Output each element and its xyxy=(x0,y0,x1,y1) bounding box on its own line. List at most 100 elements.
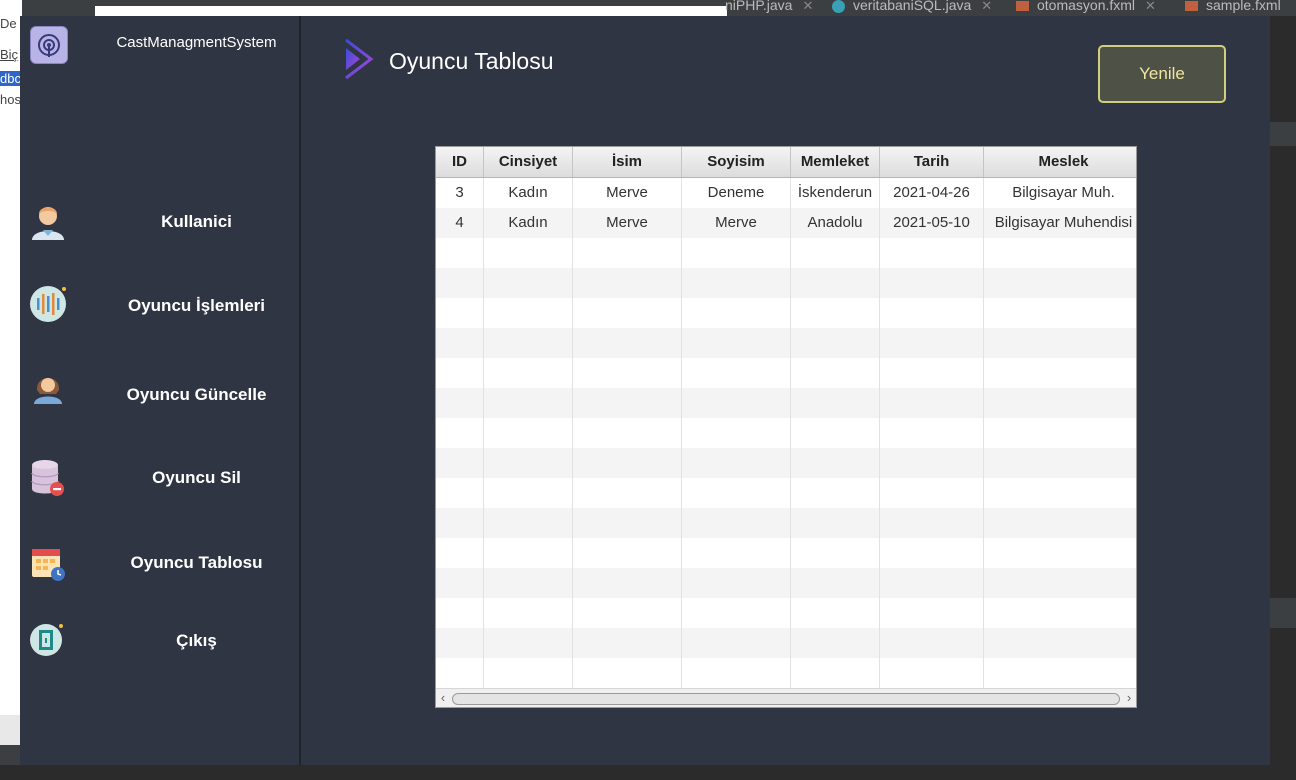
menu-item-oyuncu-tablosu[interactable]: Oyuncu Tablosu xyxy=(94,553,299,573)
table-row[interactable] xyxy=(436,598,1136,628)
table-cell xyxy=(984,268,1136,298)
table-cell xyxy=(436,448,484,478)
horizontal-scrollbar[interactable]: ‹ › xyxy=(436,688,1136,707)
table-row[interactable]: 3 Kadın Merve Deneme İskenderun 2021-04-26 Bil… xyxy=(436,178,1136,208)
table-row[interactable] xyxy=(436,658,1136,688)
exit-door-icon[interactable] xyxy=(28,620,68,660)
column-header[interactable]: ID xyxy=(436,147,484,177)
background-text-line: dbc xyxy=(0,71,21,86)
table-cell xyxy=(682,298,791,328)
table-row[interactable] xyxy=(436,508,1136,538)
menu-item-oyuncu-sil[interactable]: Oyuncu Sil xyxy=(94,468,299,488)
table-row[interactable] xyxy=(436,328,1136,358)
user-icon[interactable] xyxy=(28,200,68,240)
table-cell xyxy=(791,628,880,658)
equalizer-icon[interactable] xyxy=(28,284,68,324)
background-tab[interactable]: sample.fxml xyxy=(1185,0,1281,13)
app-logo-icon xyxy=(30,26,68,64)
table-cell: Kadın xyxy=(484,178,573,208)
table-cell xyxy=(880,298,984,328)
table-row[interactable] xyxy=(436,538,1136,568)
table-cell xyxy=(682,418,791,448)
table-row[interactable] xyxy=(436,358,1136,388)
scroll-left-icon[interactable]: ‹ xyxy=(436,689,450,707)
table-cell xyxy=(484,538,573,568)
table-cell xyxy=(436,298,484,328)
table-row[interactable] xyxy=(436,478,1136,508)
table-row[interactable] xyxy=(436,268,1136,298)
table-cell xyxy=(984,478,1136,508)
background-tab[interactable]: niPHP.java ✕ xyxy=(725,0,813,13)
menu-item-oyuncu-islemleri[interactable]: Oyuncu İşlemleri xyxy=(94,296,299,316)
table-cell xyxy=(573,418,682,448)
main-content: Oyuncu Tablosu Yenile ID Cinsiyet İsim Soyi… xyxy=(301,16,1270,765)
navigation-menu: CastManagmentSystem Kullanici Oyuncu İşl… xyxy=(94,16,301,765)
calendar-clock-icon[interactable] xyxy=(28,543,68,583)
background-right-strip xyxy=(1270,122,1296,146)
table-cell xyxy=(573,358,682,388)
table-row[interactable] xyxy=(436,298,1136,328)
icon-sidebar xyxy=(20,16,95,765)
table-cell xyxy=(984,328,1136,358)
close-icon[interactable]: ✕ xyxy=(802,0,813,13)
refresh-button[interactable]: Yenile xyxy=(1098,45,1226,103)
scrollbar-thumb[interactable] xyxy=(452,693,1120,705)
table-cell xyxy=(791,388,880,418)
table-cell xyxy=(484,298,573,328)
table-cell xyxy=(484,268,573,298)
table-row[interactable] xyxy=(436,238,1136,268)
background-text-line: Biç xyxy=(0,47,19,62)
menu-item-kullanici[interactable]: Kullanici xyxy=(94,212,299,232)
table-cell: 3 xyxy=(436,178,484,208)
background-editor-panel xyxy=(0,0,22,715)
table-cell xyxy=(682,568,791,598)
column-header[interactable]: Soyisim xyxy=(682,147,791,177)
table-cell xyxy=(880,538,984,568)
column-header[interactable]: Meslek xyxy=(984,147,1136,177)
actor-table[interactable]: ID Cinsiyet İsim Soyisim Memleket Tarih Meslek… xyxy=(435,146,1137,708)
table-cell xyxy=(880,568,984,598)
table-cell xyxy=(573,508,682,538)
table-row[interactable]: 4 Kadın Merve Merve Anadolu 2021-05-10 Bilgisa… xyxy=(436,208,1136,238)
table-cell xyxy=(682,238,791,268)
app-window: CastManagmentSystem Kullanici Oyuncu İşl… xyxy=(20,16,1270,765)
table-cell xyxy=(484,598,573,628)
column-header[interactable]: Cinsiyet xyxy=(484,147,573,177)
table-cell xyxy=(791,478,880,508)
table-cell xyxy=(484,478,573,508)
table-cell xyxy=(984,508,1136,538)
column-header[interactable]: Memleket xyxy=(791,147,880,177)
table-cell xyxy=(436,598,484,628)
menu-item-oyuncu-guncelle[interactable]: Oyuncu Güncelle xyxy=(94,385,299,405)
table-cell xyxy=(436,358,484,388)
close-icon[interactable]: ✕ xyxy=(981,0,992,13)
table-row[interactable] xyxy=(436,568,1136,598)
table-cell xyxy=(484,358,573,388)
table-cell xyxy=(682,268,791,298)
table-cell xyxy=(880,268,984,298)
table-cell xyxy=(880,508,984,538)
background-tab[interactable]: veritabaniSQL.java ✕ xyxy=(832,0,992,13)
table-cell xyxy=(573,268,682,298)
table-header: ID Cinsiyet İsim Soyisim Memleket Tarih Meslek xyxy=(436,147,1136,178)
background-tab[interactable]: otomasyon.fxml ✕ xyxy=(1016,0,1156,13)
table-row[interactable] xyxy=(436,388,1136,418)
menu-item-cikis[interactable]: Çıkış xyxy=(94,631,299,651)
actor-woman-icon[interactable] xyxy=(28,368,68,408)
table-cell xyxy=(880,598,984,628)
table-row[interactable] xyxy=(436,418,1136,448)
close-icon[interactable]: ✕ xyxy=(1145,0,1156,13)
table-row[interactable] xyxy=(436,628,1136,658)
table-cell xyxy=(880,448,984,478)
table-cell xyxy=(791,298,880,328)
table-cell xyxy=(791,358,880,388)
table-cell xyxy=(682,328,791,358)
table-cell xyxy=(436,478,484,508)
scroll-right-icon[interactable]: › xyxy=(1122,689,1136,707)
column-header[interactable]: İsim xyxy=(573,147,682,177)
column-header[interactable]: Tarih xyxy=(880,147,984,177)
table-row[interactable] xyxy=(436,448,1136,478)
table-cell: Merve xyxy=(682,208,791,238)
table-cell: 2021-05-10 xyxy=(880,208,984,238)
database-delete-icon[interactable] xyxy=(28,456,68,496)
